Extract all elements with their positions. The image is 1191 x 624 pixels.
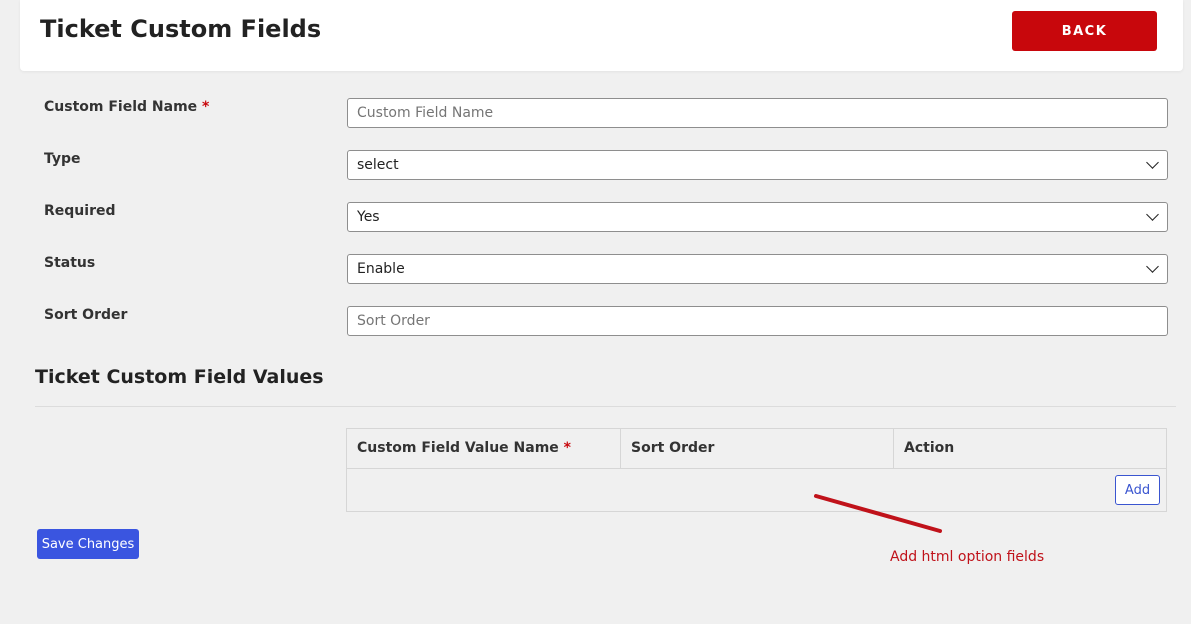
required-select[interactable]: Yes	[347, 202, 1168, 232]
column-header-value-name-text: Custom Field Value Name	[357, 440, 559, 456]
page-title: Ticket Custom Fields	[40, 15, 322, 43]
column-header-action: Action	[904, 440, 955, 456]
status-label: Status	[44, 255, 96, 271]
status-select-value: Enable	[357, 261, 405, 277]
required-asterisk: *	[563, 440, 571, 456]
sort-order-label: Sort Order	[44, 307, 128, 323]
column-header-value-name: Custom Field Value Name *	[347, 429, 620, 469]
annotation-stroke	[814, 494, 942, 533]
required-asterisk: *	[202, 99, 210, 115]
type-select-value: select	[357, 157, 399, 173]
add-value-button[interactable]: Add	[1115, 475, 1160, 505]
chevron-down-icon	[1146, 208, 1159, 221]
annotation-arrow-line	[814, 494, 942, 533]
sort-order-row: Sort Order	[44, 306, 1168, 338]
type-select[interactable]: select	[347, 150, 1168, 180]
custom-field-name-label-text: Custom Field Name	[44, 99, 198, 115]
required-select-value: Yes	[357, 209, 380, 225]
page-header: Ticket Custom Fields BACK	[20, 0, 1183, 71]
table-header: Custom Field Value Name * Sort Order Act…	[347, 429, 1166, 469]
chevron-down-icon	[1146, 260, 1159, 273]
divider	[35, 406, 1176, 407]
column-header-sort-order: Sort Order	[631, 440, 715, 456]
type-row: Type select	[44, 150, 1168, 182]
custom-field-values-table: Custom Field Value Name * Sort Order Act…	[346, 428, 1167, 512]
section-title: Ticket Custom Field Values	[35, 366, 324, 388]
sort-order-input[interactable]	[347, 306, 1168, 336]
custom-field-name-input[interactable]	[347, 98, 1168, 128]
back-button[interactable]: BACK	[1012, 11, 1157, 51]
custom-field-name-row: Custom Field Name *	[44, 98, 1168, 130]
required-row: Required Yes	[44, 202, 1168, 234]
status-row: Status Enable	[44, 254, 1168, 286]
chevron-down-icon	[1146, 156, 1159, 169]
custom-field-name-label: Custom Field Name *	[44, 99, 209, 115]
required-label: Required	[44, 203, 116, 219]
type-label: Type	[44, 151, 81, 167]
status-select[interactable]: Enable	[347, 254, 1168, 284]
save-changes-button[interactable]: Save Changes	[37, 529, 139, 559]
annotation-text: Add html option fields	[890, 549, 1045, 565]
